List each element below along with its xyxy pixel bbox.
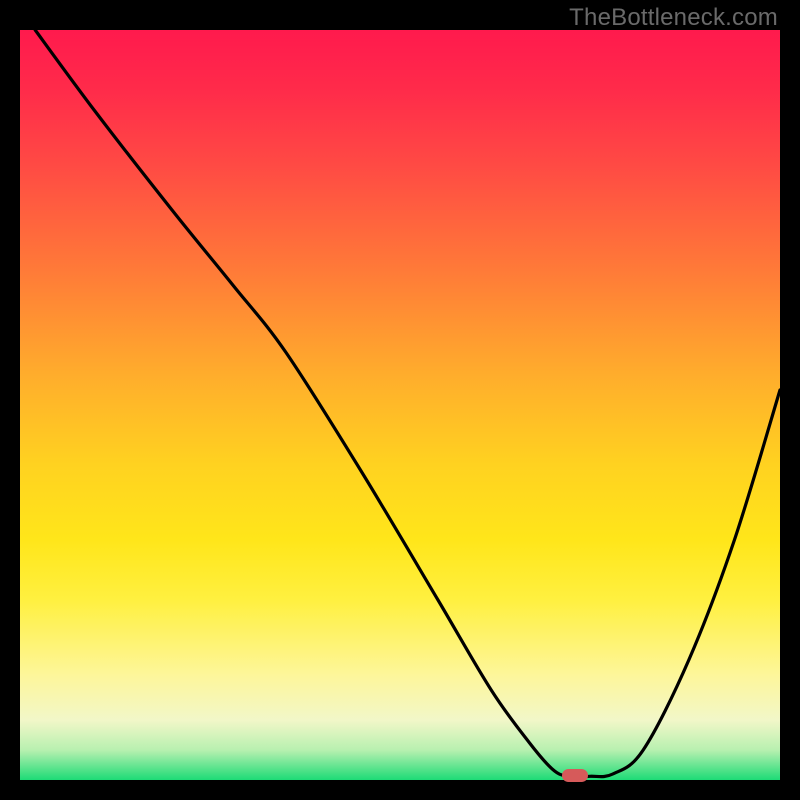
optimal-point-marker <box>562 769 588 782</box>
chart-frame: TheBottleneck.com <box>0 0 800 800</box>
plot-area <box>20 30 780 780</box>
watermark-text: TheBottleneck.com <box>569 4 778 32</box>
bottleneck-curve <box>20 30 780 780</box>
